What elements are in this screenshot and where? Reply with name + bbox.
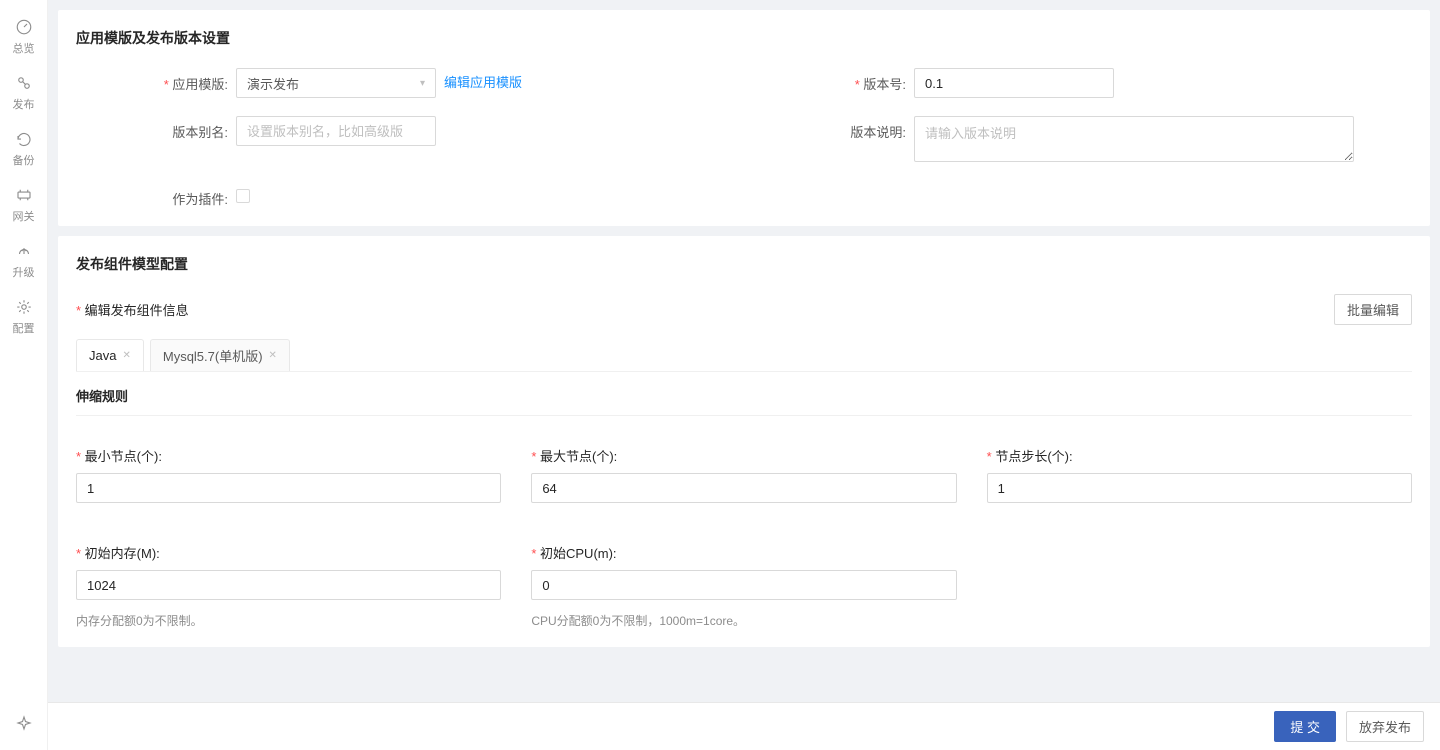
cpu-label: 初始CPU(m):: [531, 543, 956, 562]
tab-mysql[interactable]: Mysql5.7(单机版) ✕: [150, 339, 290, 371]
mem-input[interactable]: [76, 570, 501, 600]
panel-title: 发布组件模型配置: [76, 254, 1412, 274]
component-tabs: Java ✕ Mysql5.7(单机版) ✕: [76, 339, 1412, 372]
min-node-input[interactable]: [76, 473, 501, 503]
version-input[interactable]: [914, 68, 1114, 98]
sidebar-item-gateway[interactable]: 网关: [13, 186, 35, 224]
step-input[interactable]: [987, 473, 1412, 503]
mem-label: 初始内存(M):: [76, 543, 501, 562]
sidebar-item-config[interactable]: 配置: [13, 298, 35, 336]
step-label: 节点步长(个):: [987, 446, 1412, 465]
sidebar-item-publish[interactable]: 发布: [13, 74, 35, 112]
mem-hint: 内存分配额0为不限制。: [76, 612, 501, 629]
publish-icon: [15, 74, 33, 92]
chevron-down-icon: ▾: [420, 78, 425, 89]
panel-title: 应用模版及发布版本设置: [76, 28, 1412, 48]
sidebar-item-label: 升级: [13, 264, 35, 280]
sidebar-item-label: 总览: [13, 40, 35, 56]
submit-button[interactable]: 提 交: [1274, 711, 1336, 742]
plugin-checkbox[interactable]: [236, 189, 250, 203]
abandon-button[interactable]: 放弃发布: [1346, 711, 1424, 742]
desc-label: 版本说明:: [764, 116, 914, 141]
template-label: 应用模版:: [86, 68, 236, 93]
plugin-label: 作为插件:: [86, 183, 236, 208]
template-select-value: 演示发布: [247, 74, 299, 93]
close-icon[interactable]: ✕: [269, 350, 277, 361]
sidebar-item-label: 发布: [13, 96, 35, 112]
upgrade-icon: [15, 242, 33, 260]
main-content: 应用模版及发布版本设置 应用模版: 演示发布 ▾ 编辑应用模版 版本号:: [48, 0, 1440, 750]
gateway-icon: [15, 186, 33, 204]
scaling-rules-title: 伸缩规则: [76, 386, 1412, 405]
backup-icon: [15, 130, 33, 148]
sidebar-item-upgrade[interactable]: 升级: [13, 242, 35, 280]
sidebar-item-label: 网关: [13, 208, 35, 224]
sidebar-item-overview[interactable]: 总览: [13, 18, 35, 56]
alias-label: 版本别名:: [86, 116, 236, 141]
sidebar-item-backup[interactable]: 备份: [13, 130, 35, 168]
dashboard-icon: [15, 18, 33, 36]
min-node-label: 最小节点(个):: [76, 446, 501, 465]
edit-template-link[interactable]: 编辑应用模版: [444, 68, 522, 98]
footer-actions: 提 交 放弃发布: [48, 702, 1440, 750]
sidebar-item-label: 备份: [13, 152, 35, 168]
edit-components-title: 编辑发布组件信息: [76, 300, 189, 319]
component-config-panel: 发布组件模型配置 编辑发布组件信息 批量编辑 Java ✕ Mysql5.7(单…: [58, 236, 1430, 647]
tab-label: Java: [89, 348, 116, 363]
batch-edit-button[interactable]: 批量编辑: [1334, 294, 1412, 325]
template-select[interactable]: 演示发布 ▾: [236, 68, 436, 98]
gear-icon: [15, 298, 33, 316]
alias-input[interactable]: [236, 116, 436, 146]
cpu-hint: CPU分配额0为不限制，1000m=1core。: [531, 612, 956, 629]
template-settings-panel: 应用模版及发布版本设置 应用模版: 演示发布 ▾ 编辑应用模版 版本号:: [58, 10, 1430, 226]
pin-icon: [15, 714, 33, 732]
desc-textarea[interactable]: [914, 116, 1354, 162]
tab-label: Mysql5.7(单机版): [163, 346, 263, 365]
max-node-label: 最大节点(个):: [531, 446, 956, 465]
sidebar-item-pin[interactable]: [15, 714, 33, 732]
tab-java[interactable]: Java ✕: [76, 339, 144, 371]
cpu-input[interactable]: [531, 570, 956, 600]
divider: [76, 415, 1412, 416]
max-node-input[interactable]: [531, 473, 956, 503]
version-label: 版本号:: [764, 68, 914, 93]
sidebar: 总览 发布 备份 网关 升级 配置: [0, 0, 48, 750]
sidebar-item-label: 配置: [13, 320, 35, 336]
close-icon[interactable]: ✕: [122, 350, 130, 361]
